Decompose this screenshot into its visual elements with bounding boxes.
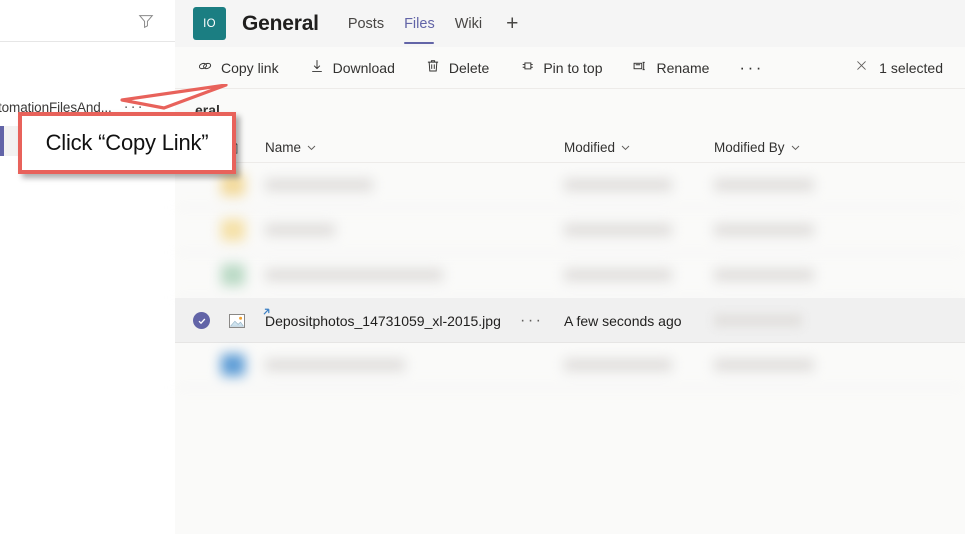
rename-label: Rename [656,59,710,76]
file-list-header: Name Modified Modified By [175,131,965,163]
file-list-body: Depositphotos_14731059_xl-2015.jpg ··· A… [175,163,965,388]
modified-placeholder [564,359,672,371]
delete-button[interactable]: Delete [425,58,489,77]
row-checkbox[interactable] [193,312,210,329]
table-row[interactable] [175,163,965,208]
team-avatar: IO [193,7,226,40]
rename-button[interactable]: Rename [632,58,709,77]
modified-by-placeholder [714,224,814,236]
download-label: Download [332,59,395,76]
modified-placeholder [564,224,672,236]
table-row[interactable] [175,208,965,253]
image-icon [227,311,247,331]
modified-by-placeholder [714,314,802,327]
column-header-name-label: Name [265,139,302,155]
delete-label: Delete [448,59,490,76]
channel-title: General [242,11,319,35]
rename-icon [632,58,648,77]
sidebar-divider [0,41,175,42]
word-icon [221,354,245,376]
pin-to-top-button[interactable]: Pin to top [519,58,602,77]
modified-by-placeholder [714,269,814,281]
check-icon [193,312,210,329]
row-overflow-button[interactable]: ··· [520,298,543,343]
sidebar-toolbar [0,0,175,41]
channel-header: IO General Posts Files Wiki + [175,0,965,47]
column-header-modified-by[interactable]: Modified By [714,131,801,163]
teams-files-screen: tomationFilesAnd... ··· IO General Posts… [0,0,965,534]
file-modified: A few seconds ago [564,312,682,329]
annotation-callout: Click “Copy Link” [18,112,236,174]
modified-by-placeholder [714,359,814,371]
pin-to-top-label: Pin to top [543,59,603,76]
file-name[interactable]: Depositphotos_14731059_xl-2015.jpg [265,298,501,343]
column-header-modified[interactable]: Modified [564,131,631,163]
main-panel: IO General Posts Files Wiki + Copy link [175,0,965,534]
command-bar: Copy link Download Delete Pin to top Ren… [175,47,965,89]
command-bar-overflow-button[interactable]: ··· [739,59,763,76]
tab-posts[interactable]: Posts [338,0,394,47]
file-name-placeholder [265,269,443,281]
pin-icon [519,58,535,77]
modified-by-placeholder [714,179,814,191]
chevron-down-icon [307,145,316,150]
copy-link-label: Copy link [221,59,279,76]
column-header-modified-by-label: Modified By [714,139,785,155]
trash-icon [425,58,441,77]
folder-icon [221,219,245,241]
file-name-placeholder [265,224,335,236]
close-icon[interactable] [854,58,869,78]
add-tab-button[interactable]: + [500,0,524,47]
download-icon [309,58,325,77]
selected-count-label: 1 selected [879,60,943,76]
excel-icon [221,264,245,286]
chevron-down-icon [791,145,799,150]
download-button[interactable]: Download [309,58,395,77]
left-sidebar: tomationFilesAnd... ··· [0,0,175,534]
table-row[interactable] [175,253,965,298]
copy-link-button[interactable]: Copy link [197,58,279,77]
channel-tabs: Posts Files Wiki + [338,0,525,47]
column-header-modified-label: Modified [564,139,616,155]
tab-wiki[interactable]: Wiki [445,0,492,47]
breadcrumb: eral [175,89,965,131]
modified-placeholder [564,269,672,281]
sidebar-selection-indicator [0,126,4,156]
table-row[interactable]: Depositphotos_14731059_xl-2015.jpg ··· A… [175,298,965,343]
selection-status: 1 selected [854,47,943,89]
tab-files[interactable]: Files [394,0,445,47]
link-icon [197,58,213,77]
modified-placeholder [564,179,672,191]
chevron-down-icon [621,145,630,150]
column-header-name[interactable]: Name [265,131,317,163]
file-name-placeholder [265,359,405,371]
file-name-placeholder [265,179,373,191]
funnel-icon[interactable] [137,12,155,30]
annotation-text: Click “Copy Link” [45,130,209,155]
table-row[interactable] [175,343,965,388]
